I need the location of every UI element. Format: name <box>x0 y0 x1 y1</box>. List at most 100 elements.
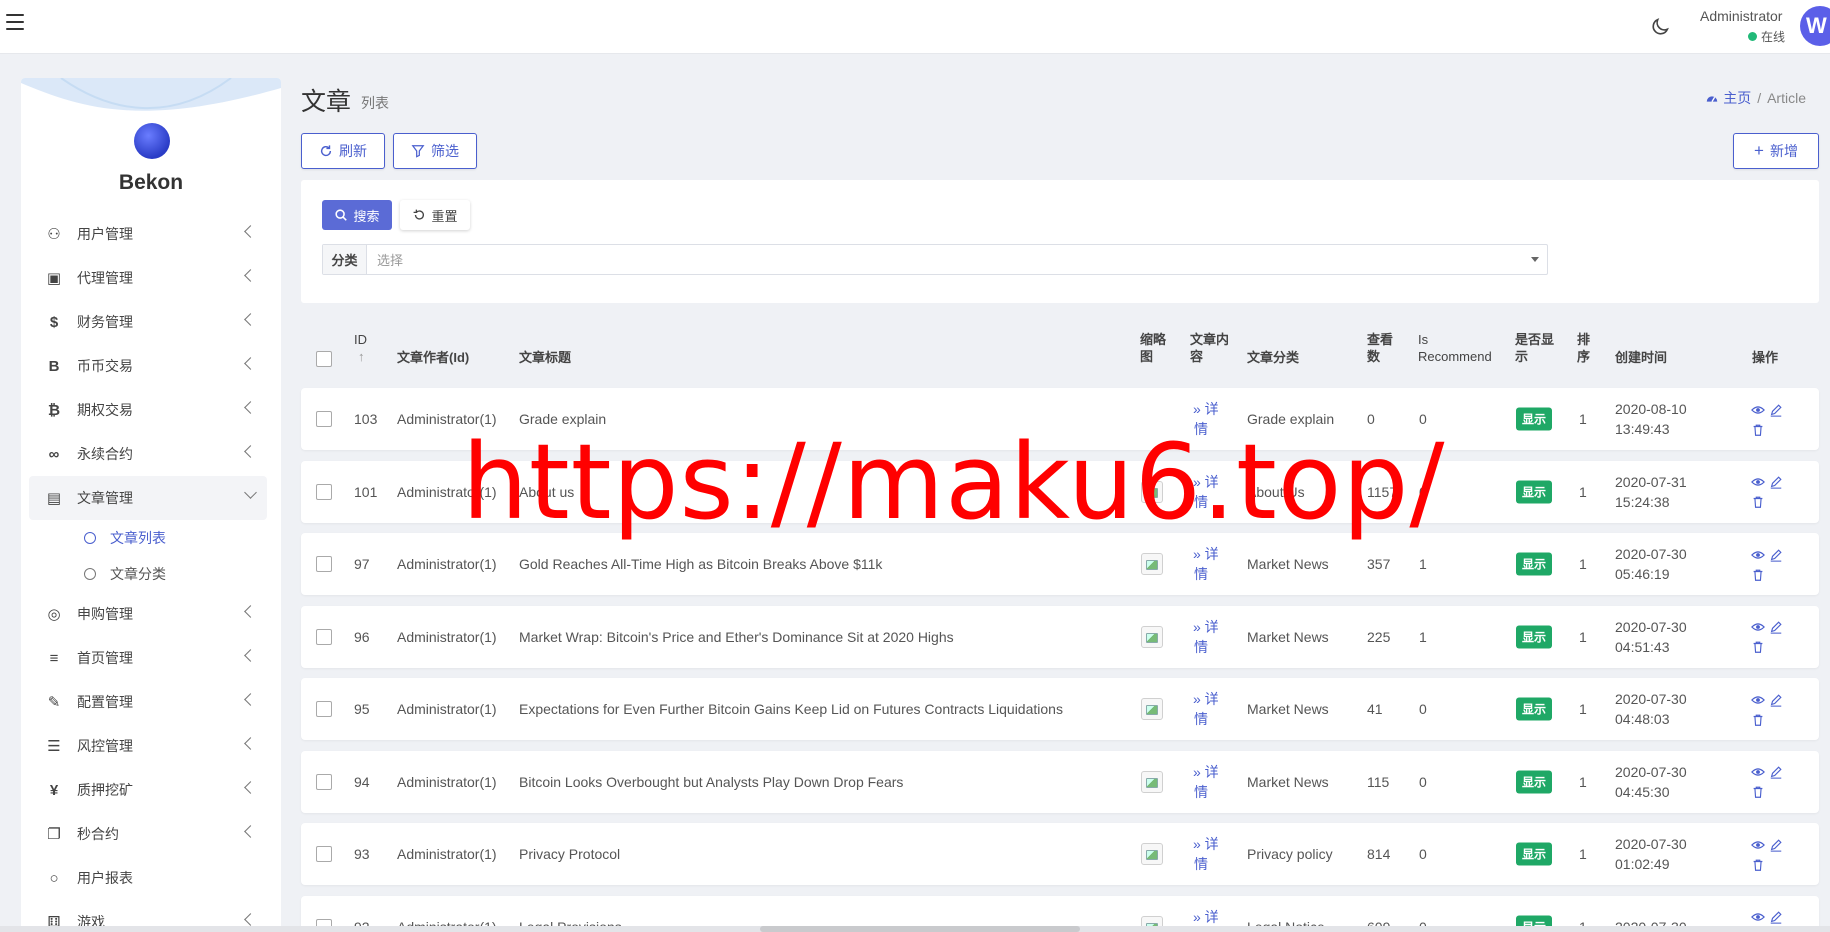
add-button[interactable]: + 新增 <box>1733 133 1819 169</box>
cell-created: 2020-08-10 13:49:43 <box>1615 399 1687 439</box>
sidebar-item-6[interactable]: ▤ 文章管理 <box>29 476 267 520</box>
detail-link[interactable]: » 详情 <box>1193 834 1219 874</box>
breadcrumb-home[interactable]: 主页 <box>1705 88 1751 108</box>
edit-pencil-icon[interactable] <box>1769 765 1783 779</box>
refresh-button[interactable]: 刷新 <box>301 133 385 169</box>
delete-trash-icon[interactable] <box>1751 423 1765 437</box>
reset-button[interactable]: 重置 <box>400 200 470 230</box>
sidebar-subitem-0[interactable]: 文章列表 <box>29 520 267 556</box>
thumbnail-image[interactable] <box>1141 843 1163 865</box>
hamburger-menu-icon[interactable] <box>6 14 24 30</box>
delete-trash-icon[interactable] <box>1751 713 1765 727</box>
search-button[interactable]: 搜索 <box>322 200 392 230</box>
thumbnail-image[interactable] <box>1141 770 1163 793</box>
thumbnail-image[interactable] <box>1141 553 1163 575</box>
category-select[interactable]: 选择 <box>367 245 1547 274</box>
brand-logo-icon[interactable] <box>134 123 170 159</box>
row-checkbox[interactable] <box>316 701 332 717</box>
edit-pencil-icon[interactable] <box>1769 910 1783 924</box>
sidebar-item-3[interactable]: B 币币交易 <box>29 344 267 388</box>
column-show[interactable]: 是否显示 <box>1515 331 1554 365</box>
list-alt-icon: ☰ <box>47 738 61 755</box>
user-name[interactable]: Administrator <box>1700 8 1782 24</box>
view-eye-icon[interactable] <box>1751 620 1765 634</box>
sidebar-item-11[interactable]: ¥ 质押挖矿 <box>29 768 267 812</box>
horizontal-scrollbar[interactable] <box>0 926 1830 932</box>
sidebar-item-2[interactable]: $ 财务管理 <box>29 300 267 344</box>
delete-trash-icon[interactable] <box>1751 858 1765 872</box>
detail-link[interactable]: » 详情 <box>1193 617 1219 657</box>
cell-views: 814 <box>1367 846 1391 862</box>
sidebar-item-4[interactable]: ₿ 期权交易 <box>29 388 267 432</box>
edit-pencil-icon[interactable] <box>1769 693 1783 707</box>
view-eye-icon[interactable] <box>1751 765 1765 779</box>
view-eye-icon[interactable] <box>1751 548 1765 562</box>
column-content[interactable]: 文章内容 <box>1190 331 1229 365</box>
sidebar-item-10[interactable]: ☰ 风控管理 <box>29 724 267 768</box>
view-eye-icon[interactable] <box>1751 693 1765 707</box>
column-recommend[interactable]: Is Recommend <box>1418 331 1492 365</box>
row-checkbox[interactable] <box>316 846 332 862</box>
thumbnail-image[interactable] <box>1141 698 1163 720</box>
status-badge[interactable]: 显示 <box>1516 480 1553 503</box>
edit-pencil-icon[interactable] <box>1769 475 1783 489</box>
status-badge[interactable]: 显示 <box>1516 770 1553 793</box>
column-created[interactable]: 创建时间 <box>1615 349 1667 366</box>
sidebar-item-9[interactable]: ✎ 配置管理 <box>29 680 267 724</box>
table-row[interactable]: 93 Administrator(1) Privacy Protocol » 详情 Pr… <box>301 823 1819 885</box>
row-checkbox[interactable] <box>316 556 332 572</box>
thumbnail-image[interactable] <box>1141 625 1163 648</box>
sidebar-item-5[interactable]: ∞ 永续合约 <box>29 432 267 476</box>
column-author[interactable]: 文章作者(Id) <box>397 349 469 366</box>
scrollbar-thumb[interactable] <box>760 926 1080 932</box>
delete-trash-icon[interactable] <box>1751 785 1765 799</box>
table-row[interactable]: 94 Administrator(1) Bitcoin Looks Overboug… <box>301 750 1819 813</box>
detail-link[interactable]: » 详情 <box>1193 544 1219 584</box>
sidebar-item-0[interactable]: ⚇ 用户管理 <box>29 212 267 256</box>
row-checkbox[interactable] <box>316 773 332 790</box>
delete-trash-icon[interactable] <box>1751 640 1765 654</box>
view-eye-icon[interactable] <box>1751 910 1765 924</box>
column-sort[interactable]: 排序 <box>1577 331 1590 365</box>
sidebar-item-7[interactable]: ◎ 申购管理 <box>29 592 267 636</box>
edit-pencil-icon[interactable] <box>1769 620 1783 634</box>
edit-pencil-icon[interactable] <box>1769 403 1783 417</box>
filter-button[interactable]: 筛选 <box>393 133 477 169</box>
delete-trash-icon[interactable] <box>1751 495 1765 509</box>
column-id[interactable]: ID ↑ <box>354 331 367 365</box>
sidebar-item-8[interactable]: ≡ 首页管理 <box>29 636 267 680</box>
status-badge[interactable]: 显示 <box>1516 407 1553 431</box>
row-checkbox[interactable] <box>316 411 332 427</box>
dark-mode-moon-icon[interactable] <box>1649 16 1671 38</box>
row-checkbox[interactable] <box>316 483 332 500</box>
sidebar-item-13[interactable]: ○ 用户报表 <box>29 856 267 900</box>
view-eye-icon[interactable] <box>1751 403 1765 417</box>
column-title[interactable]: 文章标题 <box>519 349 571 366</box>
table-row[interactable]: 96 Administrator(1) Market Wrap: Bitcoin's… <box>301 605 1819 668</box>
status-badge[interactable]: 显示 <box>1516 697 1553 721</box>
column-thumb[interactable]: 缩略图 <box>1140 331 1166 365</box>
sidebar-item-12[interactable]: ❐ 秒合约 <box>29 812 267 856</box>
delete-trash-icon[interactable] <box>1751 568 1765 582</box>
view-eye-icon[interactable] <box>1751 838 1765 852</box>
sidebar-subitem-1[interactable]: 文章分类 <box>29 556 267 592</box>
detail-link[interactable]: » 详情 <box>1193 762 1219 802</box>
filter-funnel-icon <box>411 145 425 158</box>
edit-pencil-icon[interactable] <box>1769 548 1783 562</box>
detail-link[interactable]: » 详情 <box>1193 689 1219 729</box>
row-checkbox[interactable] <box>316 628 332 645</box>
table-row[interactable]: 95 Administrator(1) Expectations for Even … <box>301 678 1819 740</box>
column-views[interactable]: 查看数 <box>1367 331 1393 365</box>
column-category[interactable]: 文章分类 <box>1247 349 1299 366</box>
brand-name[interactable]: Bekon <box>21 171 281 195</box>
table-header: ID ↑ 文章作者(Id) 文章标题 缩略图 文章内容 文章分类 查看数 Is R… <box>301 326 1819 380</box>
sidebar-item-1[interactable]: ▣ 代理管理 <box>29 256 267 300</box>
select-all-checkbox[interactable] <box>316 351 332 367</box>
status-badge[interactable]: 显示 <box>1516 552 1553 576</box>
status-badge[interactable]: 显示 <box>1516 842 1553 866</box>
created-date: 2020-07-30 <box>1615 836 1687 852</box>
avatar[interactable]: W <box>1800 6 1830 46</box>
status-badge[interactable]: 显示 <box>1516 625 1553 648</box>
edit-pencil-icon[interactable] <box>1769 838 1783 852</box>
view-eye-icon[interactable] <box>1751 475 1765 489</box>
